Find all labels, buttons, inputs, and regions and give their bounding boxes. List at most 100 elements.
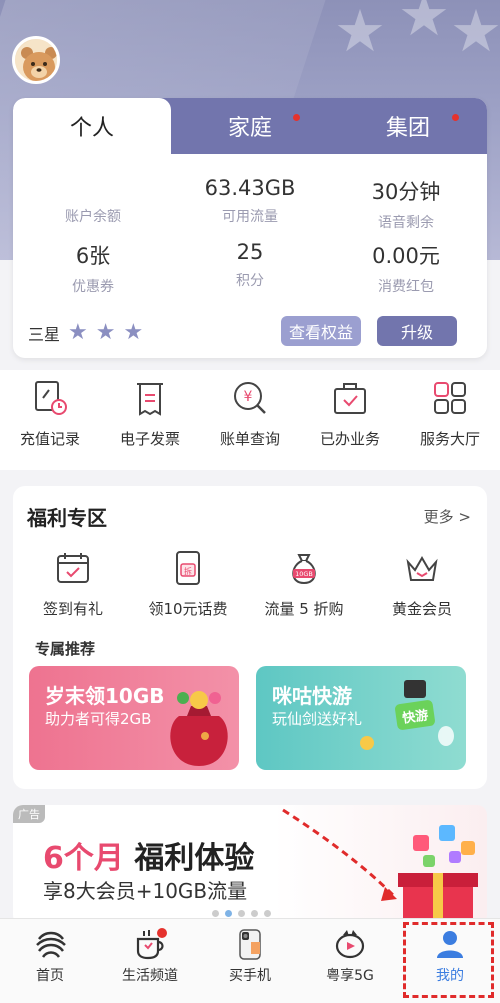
tab-buy-phone[interactable]: 买手机	[200, 919, 300, 1003]
tab-personal[interactable]: 个人	[13, 98, 171, 154]
carousel-dot	[238, 910, 245, 917]
coffee-cup-icon	[136, 928, 167, 960]
notification-dot	[293, 114, 300, 121]
quick-recharge-record[interactable]: 充值记录	[0, 378, 100, 449]
welfare-label: 流量 5 折购	[264, 600, 344, 618]
svg-text:拆: 拆	[184, 566, 192, 576]
stat-label: 可用流量	[222, 209, 278, 225]
tab-home[interactable]: 首页	[0, 919, 100, 1003]
calendar-check-icon	[57, 553, 89, 583]
svg-text:¥: ¥	[244, 389, 253, 405]
level-star-icon: ★	[123, 320, 144, 345]
stat-value: 0.00元	[372, 244, 440, 268]
banner-title: 岁末领10GB	[45, 684, 165, 708]
tab-group[interactable]: 集团	[329, 98, 487, 154]
avatar[interactable]	[12, 36, 60, 84]
ad-title-rest: 福利体验	[123, 841, 255, 876]
welfare-checkin[interactable]: 签到有礼	[18, 550, 128, 619]
gift-bag-icon	[170, 691, 228, 766]
welfare-gold-member[interactable]: 黄金会员	[367, 550, 477, 619]
welfare-phone-credit[interactable]: 拆 领10元话费	[133, 550, 243, 619]
stat-value: 30分钟	[371, 180, 441, 204]
account-card: 个人 家庭 集团 账户余额 63.43GB 可用流量 30分钟 语音剩余 6张 …	[13, 98, 487, 358]
tab-family[interactable]: 家庭	[171, 98, 329, 154]
stat-label: 消费红包	[378, 279, 434, 295]
quick-actions: 充值记录 电子发票 ¥ 账单查询 已办业务 服务大厅	[0, 370, 500, 470]
quick-label: 已办业务	[319, 430, 380, 448]
tab-label: 首页	[36, 968, 64, 984]
account-tabs: 个人 家庭 集团	[13, 98, 487, 154]
carousel-dot	[212, 910, 219, 917]
tab-mine[interactable]: 我的	[400, 919, 500, 1003]
carousel-dot-active	[225, 910, 232, 917]
upgrade-button[interactable]: 升级	[377, 316, 457, 346]
service-hall-icon	[434, 382, 466, 414]
stat-points[interactable]: 25 积分	[175, 240, 325, 290]
stat-value	[18, 176, 168, 200]
invoice-icon	[137, 383, 163, 416]
view-benefits-button[interactable]: 查看权益	[281, 316, 361, 346]
person-icon	[437, 931, 463, 958]
carousel-indicator	[212, 910, 271, 917]
stat-label: 积分	[236, 273, 264, 289]
stat-value: 63.43GB	[204, 176, 296, 200]
carousel-dot	[251, 910, 258, 917]
stat-red-packet[interactable]: 0.00元 消费红包	[331, 240, 481, 296]
quick-label: 账单查询	[219, 430, 280, 448]
quick-service-hall[interactable]: 服务大厅	[400, 378, 500, 449]
banner-subtitle: 玩仙剑送好礼	[272, 710, 363, 728]
bill-query-icon: ¥	[234, 382, 266, 414]
welfare-label: 黄金会员	[391, 600, 452, 618]
red-envelope-icon: 拆	[176, 551, 200, 585]
level-star-icon: ★	[95, 320, 116, 345]
kuaiyou-badge: 快游	[394, 699, 436, 731]
svg-text:10GB: 10GB	[295, 570, 313, 578]
welfare-label: 领10元话费	[148, 600, 228, 618]
tab-label: 我的	[436, 968, 464, 984]
notification-dot	[452, 114, 459, 121]
stat-coupons[interactable]: 6张 优惠券	[18, 240, 168, 296]
quick-handled-business[interactable]: 已办业务	[300, 378, 400, 449]
tab-5g[interactable]: 粤享5G	[300, 919, 400, 1003]
quick-label: 电子发票	[119, 430, 180, 448]
quick-label: 服务大厅	[419, 430, 480, 448]
handled-business-icon	[334, 383, 366, 414]
mascot-icon	[438, 726, 454, 746]
more-link[interactable]: 更多 >	[424, 506, 471, 527]
decorative-star-icon: ★	[450, 0, 500, 65]
member-level: 三星 ★ ★ ★	[28, 320, 143, 345]
recommend-title: 专属推荐	[35, 640, 96, 658]
stat-label: 优惠券	[72, 279, 114, 295]
tab-label: 粤享5G	[326, 968, 374, 984]
stat-value: 25	[236, 240, 264, 264]
welfare-data-discount[interactable]: 10GB 流量 5 折购	[249, 550, 359, 619]
bottom-tab-bar: 首页 生活频道 买手机 粤享5G 我的	[0, 918, 500, 1003]
quick-bill-query[interactable]: ¥ 账单查询	[200, 378, 300, 449]
ad-banner[interactable]: 广告 6个月 福利体验 享8大会员+10GB流量	[13, 805, 487, 925]
quick-label: 充值记录	[19, 430, 80, 448]
phone-icon	[239, 929, 261, 960]
banner-migu-games[interactable]: 咪咕快游 玩仙剑送好礼 快游	[256, 666, 466, 770]
banner-year-end-data[interactable]: 岁末领10GB 助力者可得2GB	[29, 666, 239, 770]
stat-value: 6张	[75, 244, 111, 268]
china-mobile-logo-icon	[36, 931, 66, 958]
crown-icon	[406, 556, 438, 581]
stat-balance[interactable]: 账户余额	[18, 176, 168, 226]
tab-label: 个人	[69, 116, 114, 141]
ad-title-highlight: 6个月	[43, 841, 124, 876]
stat-data[interactable]: 63.43GB 可用流量	[175, 176, 325, 226]
banner-subtitle: 助力者可得2GB	[45, 710, 152, 728]
coin-icon	[360, 736, 374, 750]
ad-tag: 广告	[13, 805, 45, 823]
tab-label: 集团	[385, 116, 430, 141]
decorative-star-icon: ★	[398, 0, 450, 49]
quick-invoice[interactable]: 电子发票	[100, 378, 200, 449]
tab-life-channel[interactable]: 生活频道	[100, 919, 200, 1003]
level-label: 三星	[28, 324, 61, 344]
gift-box-icon	[282, 808, 478, 925]
decorative-star-icon: ★	[334, 0, 386, 65]
stat-label: 账户余额	[65, 209, 121, 225]
ad-title: 6个月 福利体验	[43, 833, 254, 877]
tab-label: 买手机	[229, 968, 271, 984]
stat-voice[interactable]: 30分钟 语音剩余	[331, 176, 481, 232]
